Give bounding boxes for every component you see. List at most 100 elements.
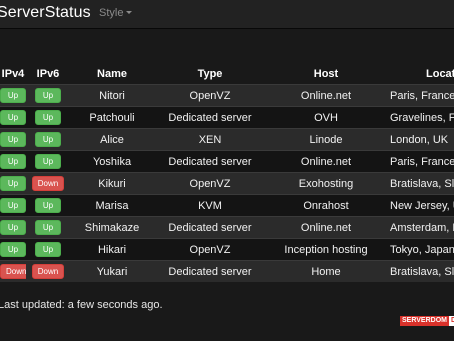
name-cell: Shimakaze xyxy=(70,216,154,239)
name-cell: Hikari xyxy=(70,238,154,261)
name-cell: Patchouli xyxy=(70,106,154,129)
ipv4-status-badge: Up xyxy=(0,132,26,147)
server-table-container: IPv4 IPv6 Name Type Host Location Up Up Ni… xyxy=(0,63,454,282)
ipv6-cell: Up xyxy=(26,106,70,129)
type-cell: Dedicated server xyxy=(154,216,266,239)
ipv4-cell: Up xyxy=(0,238,26,261)
table-body: Up Up Nitori OpenVZ Online.net Paris, France U… xyxy=(0,84,454,282)
ipv4-status-badge: Up xyxy=(0,220,26,235)
ipv6-status-badge: Up xyxy=(35,88,61,103)
ipv6-status-badge: Up xyxy=(35,198,61,213)
logo-text-part2: DR xyxy=(449,316,454,326)
brand-title[interactable]: ServerStatus xyxy=(0,4,91,22)
header-ipv6[interactable]: IPv6 xyxy=(26,63,70,85)
name-cell: Kikuri xyxy=(70,172,154,195)
ipv6-status-badge: Up xyxy=(35,220,61,235)
header-host[interactable]: Host xyxy=(266,63,386,85)
header-name[interactable]: Name xyxy=(70,63,154,85)
ipv4-status-badge: Up xyxy=(0,110,26,125)
header-ipv4[interactable]: IPv4 xyxy=(0,63,26,85)
ipv4-status-badge: Up xyxy=(0,154,26,169)
name-cell: Marisa xyxy=(70,194,154,217)
type-cell: XEN xyxy=(154,128,266,151)
table-row[interactable]: Up Up Hikari OpenVZ Inception hosting Tokyo, … xyxy=(0,238,454,261)
ipv6-cell: Up xyxy=(26,150,70,173)
table-row[interactable]: Down Down Yukari Dedicated server Home Bratis… xyxy=(0,260,454,282)
ipv4-cell: Up xyxy=(0,216,26,239)
table-row[interactable]: Up Up Nitori OpenVZ Online.net Paris, France xyxy=(0,84,454,107)
logo-text-part1: SERVERDOM xyxy=(400,316,449,326)
location-cell: Bratislava, Slovakia xyxy=(386,172,454,195)
host-cell: Inception hosting xyxy=(266,238,386,261)
ipv6-status-badge: Down xyxy=(31,176,65,191)
name-cell: Nitori xyxy=(70,84,154,107)
ipv4-cell: Up xyxy=(0,194,26,217)
type-cell: OpenVZ xyxy=(154,238,266,261)
type-cell: Dedicated server xyxy=(154,106,266,129)
host-cell: OVH xyxy=(266,106,386,129)
ipv4-cell: Up xyxy=(0,150,26,173)
table-row[interactable]: Up Down Kikuri OpenVZ Exohosting Bratislava, … xyxy=(0,172,454,195)
server-table: IPv4 IPv6 Name Type Host Location Up Up Ni… xyxy=(0,63,454,282)
location-cell: Paris, France xyxy=(386,84,454,107)
table-row[interactable]: Up Up Alice XEN Linode London, UK xyxy=(0,128,454,151)
ipv4-cell: Up xyxy=(0,172,26,195)
name-cell: Yoshika xyxy=(70,150,154,173)
ipv6-status-badge: Down xyxy=(31,264,65,279)
ipv4-cell: Up xyxy=(0,106,26,129)
ipv6-cell: Up xyxy=(26,194,70,217)
type-cell: KVM xyxy=(154,194,266,217)
location-cell: Paris, France xyxy=(386,150,454,173)
type-cell: Dedicated server xyxy=(154,260,266,282)
table-row[interactable]: Up Up Patchouli Dedicated server OVH Gravelin… xyxy=(0,106,454,129)
location-cell: Gravelines, France xyxy=(386,106,454,129)
ipv4-status-badge: Up xyxy=(0,198,26,213)
ipv6-status-badge: Up xyxy=(35,154,61,169)
table-row[interactable]: Up Up MarisaKVMOnrahostNew Jersey, United … xyxy=(0,194,454,217)
caret-down-icon xyxy=(126,11,133,14)
type-cell: OpenVZ xyxy=(154,172,266,195)
style-dropdown[interactable]: Style xyxy=(99,7,133,19)
ipv4-cell: Down xyxy=(0,260,26,282)
table-header-row: IPv4 IPv6 Name Type Host Location xyxy=(0,63,454,85)
last-updated-text: Last updated: a few seconds ago. xyxy=(0,299,163,311)
ipv4-cell: Up xyxy=(0,128,26,151)
style-dropdown-label: Style xyxy=(99,7,124,19)
serverdom-logo[interactable]: SERVERDOMDR xyxy=(400,316,454,326)
location-cell: Tokyo, Japan xyxy=(386,238,454,261)
location-cell: New Jersey, United States xyxy=(386,194,454,217)
host-cell: Onrahost xyxy=(266,194,386,217)
host-cell: Online.net xyxy=(266,150,386,173)
ipv6-cell: Up xyxy=(26,238,70,261)
ipv6-cell: Down xyxy=(26,260,70,282)
header-type[interactable]: Type xyxy=(154,63,266,85)
host-cell: Online.net xyxy=(266,84,386,107)
host-cell: Home xyxy=(266,260,386,282)
table-row[interactable]: Up Up Yoshika Dedicated server Online.net Par… xyxy=(0,150,454,173)
table-row[interactable]: Up Up Shimakaze Dedicated server Online.net A… xyxy=(0,216,454,239)
navbar: ServerStatus Style xyxy=(0,0,454,29)
ipv6-cell: Up xyxy=(26,128,70,151)
host-cell: Linode xyxy=(266,128,386,151)
name-cell: Yukari xyxy=(70,260,154,282)
host-cell: Exohosting xyxy=(266,172,386,195)
ipv4-status-badge: Down xyxy=(0,264,26,279)
ipv4-status-badge: Up xyxy=(0,242,26,257)
ipv4-cell: Up xyxy=(0,84,26,107)
name-cell: Alice xyxy=(70,128,154,151)
location-cell: London, UK xyxy=(386,128,454,151)
location-cell: Bratislava, Slovakia xyxy=(386,260,454,282)
type-cell: Dedicated server xyxy=(154,150,266,173)
header-location[interactable]: Location xyxy=(386,63,454,85)
ipv4-status-badge: Up xyxy=(0,88,26,103)
ipv6-cell: Down xyxy=(26,172,70,195)
ipv4-status-badge: Up xyxy=(0,176,26,191)
type-cell: OpenVZ xyxy=(154,84,266,107)
ipv6-cell: Up xyxy=(26,216,70,239)
ipv6-status-badge: Up xyxy=(35,110,61,125)
ipv6-status-badge: Up xyxy=(35,242,61,257)
ipv6-status-badge: Up xyxy=(35,132,61,147)
location-cell: Amsterdam, Netherlands xyxy=(386,216,454,239)
ipv6-cell: Up xyxy=(26,84,70,107)
host-cell: Online.net xyxy=(266,216,386,239)
